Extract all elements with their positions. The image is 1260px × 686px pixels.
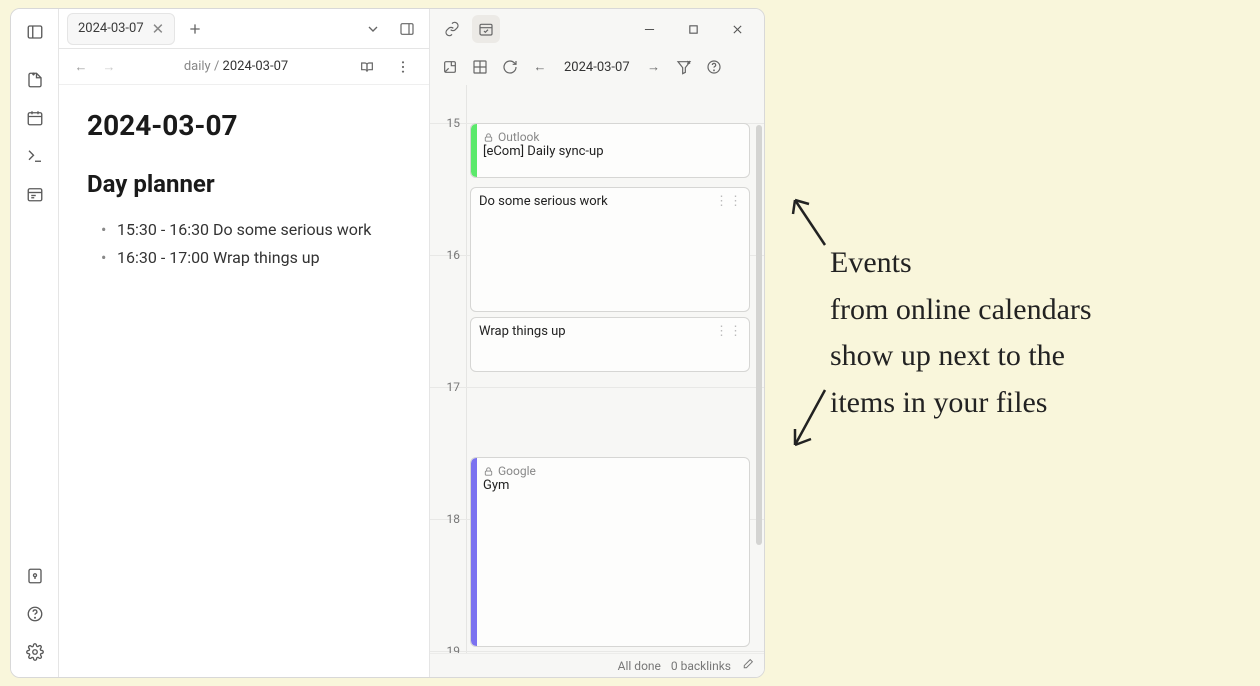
annotation-arrow-icon — [785, 190, 835, 250]
toggle-sidebar-icon[interactable] — [18, 15, 52, 49]
list-item[interactable]: 15:30 - 16:30 Do some serious work — [101, 216, 401, 244]
next-day-icon[interactable]: → — [644, 57, 664, 77]
section-heading: Day planner — [87, 170, 401, 198]
window-close-icon[interactable] — [718, 14, 756, 44]
calendar-date[interactable]: 2024-03-07 — [560, 60, 634, 75]
hour-label: 15 — [436, 116, 460, 130]
ribbon — [11, 9, 59, 677]
reading-mode-icon[interactable] — [353, 53, 381, 81]
close-tab-icon[interactable]: ✕ — [152, 20, 165, 38]
timeline[interactable]: 15 16 17 18 19 Outlook[eCom] Daily sync-up Do … — [430, 85, 764, 677]
breadcrumb-bar: ← → daily / 2024-03-07 — [59, 49, 429, 85]
event-title: Gym — [483, 478, 741, 493]
prev-day-icon[interactable]: ← — [530, 57, 550, 77]
event-provider: Google — [483, 464, 741, 478]
tab-dropdown-icon[interactable] — [359, 15, 387, 43]
nav-back-icon[interactable]: ← — [71, 59, 91, 75]
page-title: 2024-03-07 — [87, 109, 401, 142]
command-palette-icon[interactable] — [18, 139, 52, 173]
editor-pane: 2024-03-07 ✕ ← → daily / 2024-03-07 — [59, 9, 429, 677]
help-calendar-icon[interactable] — [704, 57, 724, 77]
calendar-toolbar: ← 2024-03-07 → — [430, 49, 764, 85]
window-maximize-icon[interactable] — [674, 14, 712, 44]
more-options-icon[interactable] — [389, 53, 417, 81]
planner-icon[interactable] — [18, 177, 52, 211]
list-item[interactable]: 16:30 - 17:00 Wrap things up — [101, 244, 401, 272]
tab-current[interactable]: 2024-03-07 ✕ — [67, 13, 175, 45]
breadcrumb-parent: daily — [184, 59, 211, 74]
hour-label: 16 — [436, 248, 460, 262]
calendar-pane: ← 2024-03-07 → 15 16 17 18 19 Outlook[eCom] D… — [429, 9, 764, 677]
tab-bar: 2024-03-07 ✕ — [59, 9, 429, 49]
titlebar — [430, 9, 764, 49]
calendar-event[interactable]: Outlook[eCom] Daily sync-up — [470, 123, 750, 178]
backlinks-count[interactable]: 0 backlinks — [671, 659, 731, 673]
new-tab-icon[interactable] — [181, 15, 209, 43]
tab-title: 2024-03-07 — [78, 21, 144, 36]
nav-forward-icon[interactable]: → — [99, 59, 119, 75]
help-icon[interactable] — [18, 597, 52, 631]
hour-label: 17 — [436, 380, 460, 394]
drag-handle-icon[interactable]: ⋮⋮ — [715, 324, 743, 339]
calendar-view-icon[interactable] — [472, 15, 500, 43]
breadcrumb[interactable]: daily / 2024-03-07 — [184, 59, 288, 74]
status-bar: All done 0 backlinks — [430, 653, 764, 677]
daily-note-icon[interactable] — [18, 101, 52, 135]
sync-status: All done — [618, 659, 661, 673]
drag-handle-icon[interactable]: ⋮⋮ — [715, 194, 743, 209]
event-title: Wrap things up — [479, 324, 741, 339]
breadcrumb-current: 2024-03-07 — [223, 59, 289, 74]
calendar-event[interactable]: GoogleGym — [470, 457, 750, 647]
event-provider: Outlook — [483, 130, 741, 144]
editor-body[interactable]: 2024-03-07 Day planner 15:30 - 16:30 Do … — [59, 85, 429, 677]
link-icon[interactable] — [438, 15, 466, 43]
event-title: [eCom] Daily sync-up — [483, 144, 741, 159]
unlink-icon[interactable] — [440, 57, 460, 77]
new-note-icon[interactable] — [18, 63, 52, 97]
event-title: Do some serious work — [479, 194, 741, 209]
hour-row: 19 — [430, 651, 764, 652]
task-list: 15:30 - 16:30 Do some serious work 16:30… — [87, 216, 401, 272]
vault-icon[interactable] — [18, 559, 52, 593]
toggle-right-sidebar-icon[interactable] — [393, 15, 421, 43]
refresh-icon[interactable] — [500, 57, 520, 77]
app-window: 2024-03-07 ✕ ← → daily / 2024-03-07 — [10, 8, 765, 678]
annotation-text: Events from online calendars show up nex… — [830, 240, 1240, 426]
hour-label: 18 — [436, 512, 460, 526]
calendar-event[interactable]: Do some serious work⋮⋮ — [470, 187, 750, 312]
annotation-arrow-icon — [785, 385, 835, 455]
window-minimize-icon[interactable] — [630, 14, 668, 44]
grid-view-icon[interactable] — [470, 57, 490, 77]
calendar-event[interactable]: Wrap things up⋮⋮ — [470, 317, 750, 372]
hour-row: 17 — [430, 387, 764, 388]
filter-icon[interactable] — [674, 57, 694, 77]
edit-icon[interactable] — [741, 658, 754, 674]
settings-icon[interactable] — [18, 635, 52, 669]
scrollbar[interactable] — [756, 125, 762, 545]
